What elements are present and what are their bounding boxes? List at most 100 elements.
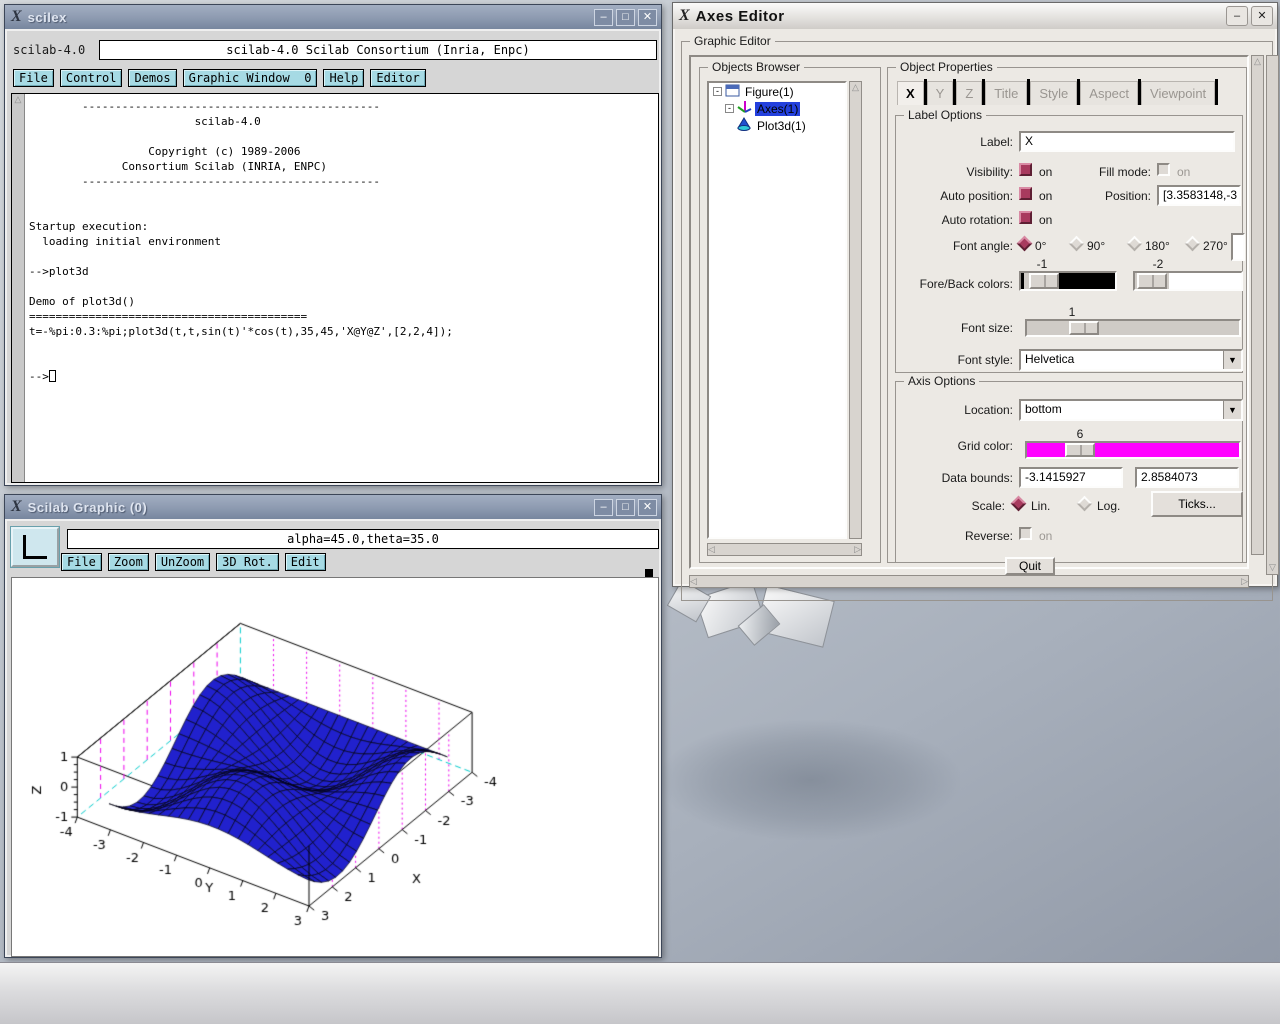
auto-rotation-checkbox[interactable]	[1019, 211, 1032, 224]
dropdown-arrow-icon[interactable]: ▼	[1223, 401, 1241, 419]
font-size-slider[interactable]	[1025, 319, 1241, 337]
scroll-right-icon[interactable]: ▷	[1241, 576, 1248, 586]
quit-button[interactable]: Quit	[1005, 557, 1055, 575]
tab-y[interactable]: Y	[927, 81, 954, 105]
window-vscrollbar[interactable]: ▽	[1266, 55, 1279, 575]
scale-log-label: Log.	[1097, 499, 1129, 513]
position-label: Position:	[1071, 189, 1151, 203]
scroll-up-icon[interactable]: △	[850, 82, 861, 92]
axes-editor-title: Axes Editor	[696, 8, 1223, 25]
minimize-button[interactable]: –	[1226, 6, 1248, 26]
foreback-colors-label: Fore/Back colors:	[895, 277, 1013, 291]
tab-title[interactable]: Title	[985, 81, 1027, 105]
font-angle-option-label: 0°	[1035, 239, 1069, 253]
tree-item-label[interactable]: Figure(1)	[743, 85, 796, 99]
graphic-editor-legend: Graphic Editor	[690, 34, 775, 48]
scilex-window: X scilex – □ ✕ scilab-4.0 scilab-4.0 Sci…	[4, 4, 662, 486]
auto-position-checkbox[interactable]	[1019, 187, 1032, 200]
visibility-on-label: on	[1039, 165, 1059, 179]
corner-tool-button[interactable]	[11, 527, 59, 567]
scroll-left-icon[interactable]: ◁	[708, 544, 715, 554]
scilex-menu-editor[interactable]: Editor	[370, 69, 425, 87]
grid-color-fill	[1027, 443, 1065, 457]
grid-color-fill	[1095, 443, 1239, 457]
fore-color-slider[interactable]	[1019, 271, 1117, 291]
axes-editor-titlebar[interactable]: X Axes Editor – ✕	[673, 3, 1277, 29]
graphic-menu-unzoom[interactable]: UnZoom	[155, 553, 210, 571]
canvas-scroll-handle[interactable]	[645, 569, 653, 577]
scroll-down-icon[interactable]: ▽	[1267, 562, 1278, 572]
properties-tabs: XYZTitleStyleAspectViewpoint	[897, 79, 1218, 106]
grid-color-thumb[interactable]	[1065, 443, 1095, 457]
plot3d-canvas	[11, 577, 659, 957]
font-size-thumb[interactable]	[1069, 321, 1099, 335]
scilex-titlebar[interactable]: X scilex – □ ✕	[5, 5, 661, 29]
tree-expander[interactable]: -	[713, 87, 722, 96]
data-bound-max-input[interactable]: 2.8584073	[1135, 467, 1239, 488]
back-color-thumb[interactable]	[1137, 273, 1167, 289]
graphic-status-field: alpha=45.0,theta=35.0	[67, 529, 659, 549]
font-style-combo[interactable]: Helvetica ▼	[1019, 349, 1243, 371]
scilex-menu-help[interactable]: Help	[323, 69, 364, 87]
close-button[interactable]: ✕	[638, 9, 657, 26]
grid-color-slider[interactable]	[1025, 441, 1241, 459]
scroll-up-icon[interactable]: △	[12, 94, 24, 104]
tab-viewpoint[interactable]: Viewpoint	[1141, 81, 1215, 105]
graphic-menu-3d-rot-[interactable]: 3D Rot.	[216, 553, 279, 571]
auto-rotation-on-label: on	[1039, 213, 1059, 227]
close-button[interactable]: ✕	[1251, 6, 1273, 26]
scroll-up-icon[interactable]: △	[1252, 56, 1263, 66]
graphic-titlebar[interactable]: X Scilab Graphic (0) – □ ✕	[5, 495, 661, 519]
scilex-console[interactable]: △ --------------------------------------…	[11, 93, 659, 483]
position-input[interactable]: [3.3583148,-3	[1157, 185, 1241, 206]
window-hscrollbar[interactable]: ◁ ▷	[689, 575, 1249, 588]
tree-vscrollbar[interactable]: △	[849, 81, 862, 539]
label-label: Label:	[895, 135, 1013, 149]
fore-color-thumb[interactable]	[1029, 273, 1059, 289]
back-color-slider[interactable]	[1133, 271, 1243, 291]
axis-options-legend: Axis Options	[904, 374, 979, 388]
graphic-menu-zoom[interactable]: Zoom	[108, 553, 149, 571]
graphic-menu-file[interactable]: File	[61, 553, 102, 571]
panel-vscrollbar[interactable]: △	[1251, 55, 1264, 555]
tab-z[interactable]: Z	[956, 81, 982, 105]
visibility-checkbox[interactable]	[1019, 163, 1032, 176]
tab-x[interactable]: X	[897, 81, 924, 105]
tree-hscrollbar[interactable]: ◁ ▷	[707, 543, 862, 556]
maximize-button[interactable]: □	[616, 499, 635, 516]
tab-aspect[interactable]: Aspect	[1080, 81, 1138, 105]
figure-icon	[725, 84, 740, 100]
scilex-menu-demos[interactable]: Demos	[128, 69, 176, 87]
graphic-menu-edit[interactable]: Edit	[285, 553, 326, 571]
tree-expander[interactable]: -	[725, 104, 734, 113]
close-button[interactable]: ✕	[638, 499, 657, 516]
fore-color-value: -1	[1027, 257, 1057, 271]
tree-item-label[interactable]: Plot3d(1)	[755, 119, 808, 133]
x11-app-icon: X	[11, 8, 22, 26]
desktop: { "scilex": { "title": "scilex", "app_la…	[0, 0, 1280, 1024]
tree-item-label[interactable]: Axes(1)	[755, 102, 800, 116]
location-combo[interactable]: bottom ▼	[1019, 399, 1243, 421]
scilex-menu-file[interactable]: File	[13, 69, 54, 87]
scilex-menu-graphic-window-0[interactable]: Graphic Window 0	[183, 69, 318, 87]
maximize-button[interactable]: □	[616, 9, 635, 26]
console-scrollbar[interactable]: △	[12, 94, 25, 482]
scilex-menubar: File Control Demos Graphic Window 0 Help Edit…	[13, 69, 432, 89]
minimize-button[interactable]: –	[594, 9, 613, 26]
ticks-button[interactable]: Ticks...	[1151, 491, 1243, 517]
data-bound-min-input[interactable]: -3.1415927	[1019, 467, 1123, 488]
fill-mode-checkbox[interactable]	[1157, 163, 1170, 176]
objects-browser-legend: Objects Browser	[708, 60, 804, 74]
scilex-menu-control[interactable]: Control	[60, 69, 123, 87]
dropdown-arrow-icon[interactable]: ▼	[1223, 351, 1241, 369]
minimize-button[interactable]: –	[594, 499, 613, 516]
x11-app-icon: X	[11, 498, 22, 516]
scroll-right-icon[interactable]: ▷	[854, 544, 861, 554]
scroll-left-icon[interactable]: ◁	[690, 576, 697, 586]
scale-lin-label: Lin.	[1031, 499, 1061, 513]
label-input[interactable]: X	[1019, 131, 1235, 152]
tab-style[interactable]: Style	[1030, 81, 1077, 105]
grid-color-label: Grid color:	[895, 439, 1013, 453]
reverse-checkbox[interactable]	[1019, 527, 1032, 540]
objects-tree: -Figure(1)-Axes(1)Plot3d(1)	[707, 81, 847, 539]
